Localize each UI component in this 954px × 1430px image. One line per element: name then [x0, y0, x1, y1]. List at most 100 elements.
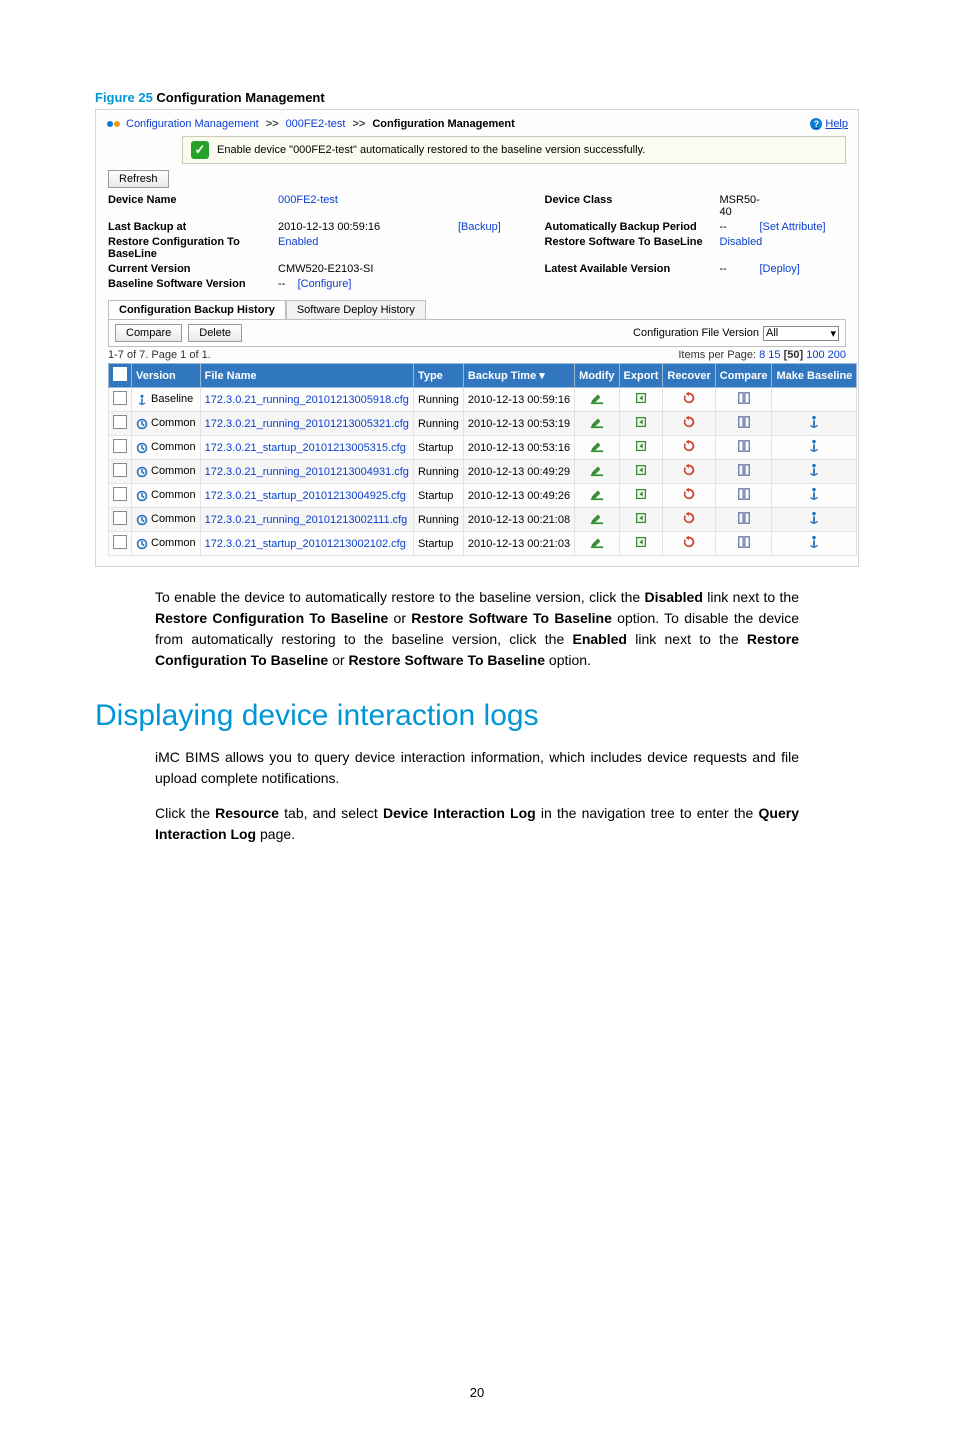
- version-label: Common: [151, 513, 196, 525]
- modify-icon[interactable]: [590, 511, 604, 525]
- row-checkbox[interactable]: [113, 511, 127, 525]
- modify-icon[interactable]: [590, 463, 604, 477]
- recover-icon[interactable]: [682, 391, 696, 405]
- make-baseline-icon[interactable]: [807, 535, 821, 549]
- breadcrumb-device[interactable]: 000FE2-test: [286, 118, 346, 130]
- col-checkbox[interactable]: [109, 364, 132, 388]
- current-version-label: Current Version: [108, 263, 278, 275]
- file-link[interactable]: 172.3.0.21_startup_20101213002102.cfg: [205, 538, 406, 550]
- compare-icon[interactable]: [737, 391, 751, 405]
- backup-time-cell: 2010-12-13 00:49:26: [463, 484, 574, 508]
- export-icon[interactable]: [634, 535, 648, 549]
- tab-software-deploy[interactable]: Software Deploy History: [286, 300, 426, 319]
- help-label: Help: [825, 118, 848, 130]
- ipp-15[interactable]: 15: [768, 349, 780, 361]
- col-backup-time[interactable]: Backup Time ▾: [463, 364, 574, 388]
- table-row: Common 172.3.0.21_running_20101213004931.…: [109, 460, 857, 484]
- restore-cfg-value[interactable]: Enabled: [278, 236, 318, 248]
- modify-icon[interactable]: [590, 439, 604, 453]
- recover-icon[interactable]: [682, 439, 696, 453]
- compare-icon[interactable]: [737, 511, 751, 525]
- export-icon[interactable]: [634, 511, 648, 525]
- export-icon[interactable]: [634, 415, 648, 429]
- modify-icon[interactable]: [590, 391, 604, 405]
- recover-icon[interactable]: [682, 415, 696, 429]
- backup-action[interactable]: [Backup]: [458, 221, 501, 233]
- make-baseline-icon[interactable]: [807, 511, 821, 525]
- deploy-action[interactable]: [Deploy]: [760, 263, 800, 275]
- file-link[interactable]: 172.3.0.21_startup_20101213005315.cfg: [205, 442, 406, 454]
- export-icon[interactable]: [634, 439, 648, 453]
- breadcrumb-bar: Configuration Management >> 000FE2-test …: [102, 116, 852, 136]
- modify-icon[interactable]: [590, 535, 604, 549]
- items-per-page: Items per Page: 8 15 [50] 100 200: [678, 349, 846, 361]
- recover-icon[interactable]: [682, 487, 696, 501]
- compare-icon[interactable]: [737, 487, 751, 501]
- table-toolbar: Compare Delete Configuration File Versio…: [108, 319, 846, 347]
- version-label: Baseline: [151, 393, 193, 405]
- row-checkbox[interactable]: [113, 463, 127, 477]
- recover-icon[interactable]: [682, 535, 696, 549]
- ipp-200[interactable]: 200: [828, 349, 846, 361]
- help-link[interactable]: ? Help: [810, 118, 848, 130]
- breadcrumb-root[interactable]: Configuration Management: [126, 118, 259, 130]
- breadcrumb-sep: >>: [266, 118, 279, 130]
- row-checkbox[interactable]: [113, 535, 127, 549]
- set-attribute-action[interactable]: [Set Attribute]: [760, 221, 826, 233]
- ipp-100[interactable]: 100: [806, 349, 824, 361]
- compare-icon[interactable]: [737, 535, 751, 549]
- export-icon[interactable]: [634, 487, 648, 501]
- make-baseline-icon[interactable]: [807, 463, 821, 477]
- restore-cfg-label: Restore Configuration To BaseLine: [108, 236, 278, 260]
- row-checkbox[interactable]: [113, 391, 127, 405]
- row-checkbox[interactable]: [113, 415, 127, 429]
- compare-icon[interactable]: [737, 439, 751, 453]
- file-link[interactable]: 172.3.0.21_running_20101213004931.cfg: [205, 466, 409, 478]
- recover-icon[interactable]: [682, 511, 696, 525]
- app-screenshot: Configuration Management >> 000FE2-test …: [95, 109, 859, 567]
- row-checkbox[interactable]: [113, 439, 127, 453]
- auto-backup-label: Automatically Backup Period: [545, 221, 720, 233]
- file-link[interactable]: 172.3.0.21_running_20101213005918.cfg: [205, 394, 409, 406]
- anchor-icon: [136, 394, 148, 406]
- row-checkbox[interactable]: [113, 487, 127, 501]
- col-type[interactable]: Type: [413, 364, 463, 388]
- compare-button[interactable]: Compare: [115, 324, 182, 342]
- file-link[interactable]: 172.3.0.21_running_20101213002111.cfg: [205, 514, 408, 526]
- col-compare: Compare: [715, 364, 772, 388]
- make-baseline-icon[interactable]: [807, 487, 821, 501]
- ipp-8[interactable]: 8: [759, 349, 765, 361]
- export-icon[interactable]: [634, 391, 648, 405]
- type-cell: Running: [413, 412, 463, 436]
- auto-backup-value: --: [720, 221, 760, 233]
- success-message: ✓ Enable device "000FE2-test" automatica…: [182, 136, 846, 164]
- compare-icon[interactable]: [737, 415, 751, 429]
- col-version[interactable]: Version: [132, 364, 201, 388]
- restore-sw-value[interactable]: Disabled: [720, 236, 763, 248]
- success-text: Enable device "000FE2-test" automaticall…: [217, 144, 645, 156]
- compare-icon[interactable]: [737, 463, 751, 477]
- file-link[interactable]: 172.3.0.21_running_20101213005321.cfg: [205, 418, 409, 430]
- chevron-down-icon: ▾: [830, 327, 836, 340]
- table-row: Common172.3.0.21_startup_20101213005315.…: [109, 436, 857, 460]
- tab-config-backup[interactable]: Configuration Backup History: [108, 300, 286, 319]
- latest-version-value: --: [720, 263, 760, 275]
- make-baseline-icon[interactable]: [807, 415, 821, 429]
- configure-action[interactable]: [Configure]: [298, 278, 352, 290]
- col-file[interactable]: File Name: [200, 364, 413, 388]
- modify-icon[interactable]: [590, 487, 604, 501]
- type-cell: Startup: [413, 436, 463, 460]
- make-baseline-icon[interactable]: [807, 439, 821, 453]
- recover-icon[interactable]: [682, 463, 696, 477]
- version-label: Common: [151, 465, 196, 477]
- refresh-button[interactable]: Refresh: [108, 170, 169, 188]
- clock-icon: [136, 538, 148, 550]
- file-link[interactable]: 172.3.0.21_startup_20101213004925.cfg: [205, 490, 406, 502]
- export-icon[interactable]: [634, 463, 648, 477]
- delete-button[interactable]: Delete: [188, 324, 242, 342]
- cfv-select[interactable]: All ▾: [763, 326, 839, 341]
- modify-icon[interactable]: [590, 415, 604, 429]
- page-number: 20: [95, 1385, 859, 1430]
- cfv-value: All: [766, 327, 778, 339]
- device-name-value[interactable]: 000FE2-test: [278, 194, 458, 218]
